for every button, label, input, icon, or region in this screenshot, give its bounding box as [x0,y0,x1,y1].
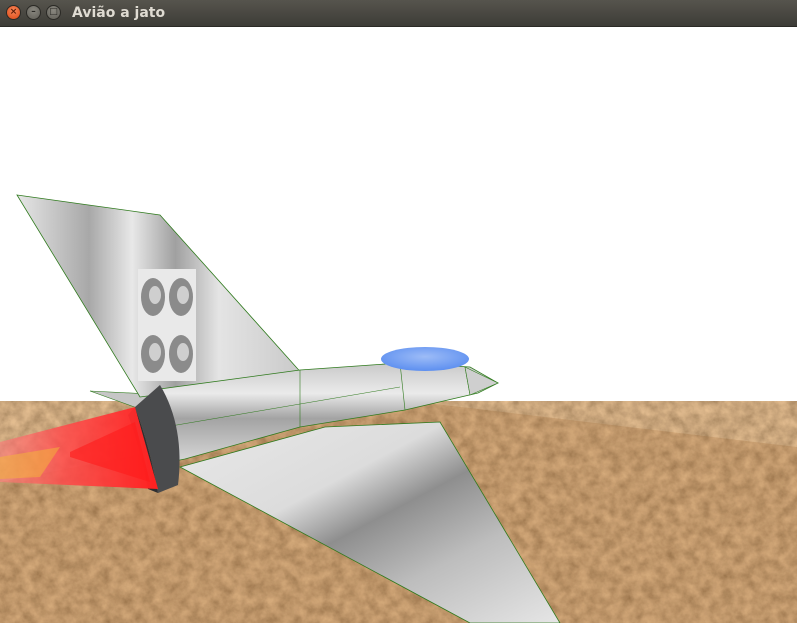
cockpit-canopy [381,347,469,371]
exhaust-flame [0,407,158,489]
window-title: Avião a jato [72,5,166,21]
app-window: × – □ Avião a jato [0,0,797,623]
minimize-icon: – [31,7,36,17]
scene-canvas [0,194,797,623]
title-bar[interactable]: × – □ Avião a jato [0,0,797,27]
close-window-button[interactable]: × [6,5,21,20]
3d-viewport[interactable] [0,27,797,623]
tail-fin [16,194,306,398]
maximize-icon: □ [49,7,58,17]
tail-emblem-image [138,269,196,381]
minimize-window-button[interactable]: – [26,5,41,20]
close-icon: × [9,7,18,17]
maximize-window-button[interactable]: □ [46,5,61,20]
